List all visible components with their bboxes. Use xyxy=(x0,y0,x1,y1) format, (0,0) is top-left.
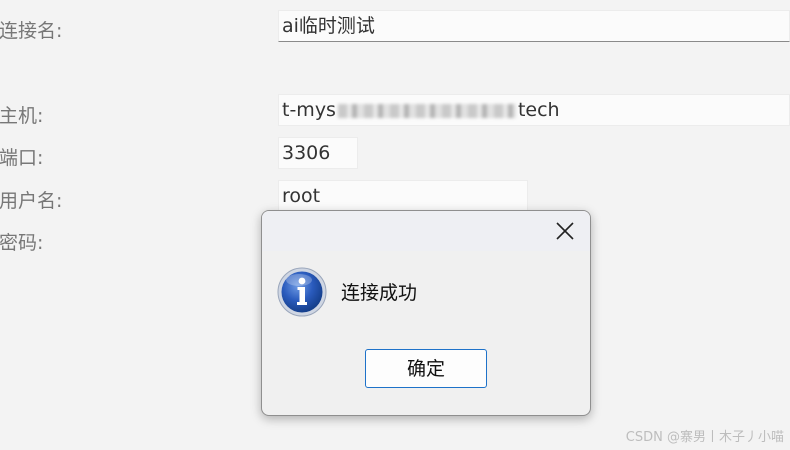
dialog-message: 连接成功 xyxy=(341,282,418,304)
username-field[interactable]: root xyxy=(278,180,528,212)
host-value-suffix: tech xyxy=(517,99,560,121)
port-field[interactable]: 3306 xyxy=(278,137,358,169)
password-label: 密码: xyxy=(0,232,44,254)
port-label: 端口: xyxy=(0,147,44,169)
dialog-titlebar xyxy=(262,211,590,251)
connection-name-value: ai临时测试 xyxy=(282,15,375,37)
connection-settings-page: 连接名: ai临时测试 主机: t-mys tech 端口: 3306 用户名: … xyxy=(0,0,790,450)
watermark: CSDN @寨男丨木子丿小喵 xyxy=(625,430,784,445)
close-icon[interactable] xyxy=(554,220,576,242)
connection-name-field[interactable]: ai临时测试 xyxy=(278,10,790,42)
username-value: root xyxy=(282,185,321,207)
host-label: 主机: xyxy=(0,105,44,127)
host-value-prefix: t-mys xyxy=(282,99,336,121)
port-value: 3306 xyxy=(282,142,331,164)
message-dialog: 连接成功 确定 xyxy=(261,210,591,416)
info-icon xyxy=(276,266,328,318)
host-field[interactable]: t-mys tech xyxy=(278,94,790,126)
username-label: 用户名: xyxy=(0,190,63,212)
redacted-host-segment xyxy=(337,103,516,118)
ok-button[interactable]: 确定 xyxy=(365,349,487,388)
connection-name-label: 连接名: xyxy=(0,20,63,42)
